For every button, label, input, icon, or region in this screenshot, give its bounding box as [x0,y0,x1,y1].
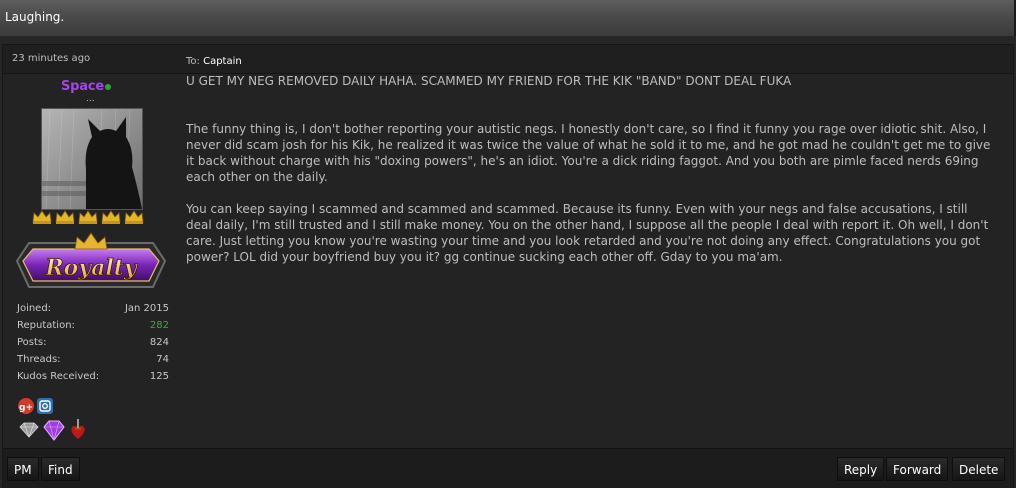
recipient-line: To: Captain [186,54,996,70]
crown-icon [32,210,52,224]
post-paragraph: You can keep saying I scammed and scamme… [186,202,989,264]
avatar[interactable] [41,108,143,210]
to-label: To: [186,56,200,67]
heart-dagger-icon [71,419,85,439]
author-user-title: ... [86,94,95,104]
stat-reputation: Reputation: 282 [17,320,169,337]
royalty-badge-text: Royalty [44,255,139,281]
post-paragraph: The funny thing is, I don't bother repor… [186,122,991,184]
crown-icon [101,210,121,224]
delete-button[interactable]: Delete [952,457,1006,481]
royalty-rank-badge: Royalty [15,232,167,288]
online-status-icon [105,84,111,90]
stat-threads: Threads: 74 [17,354,169,365]
author-sidebar: Space ... Royalty Joined: Jan 2015 Reput… [3,73,177,448]
find-button[interactable]: Find [41,457,80,481]
reputation-link[interactable]: 282 [150,320,169,337]
author-stats: Joined: Jan 2015 Reputation: 282 Posts: … [17,303,169,388]
crown-icon [55,210,75,224]
quoted-text: U GET MY NEG REMOVED DAILY HAHA. SCAMMED… [186,74,792,88]
post-footer: PM Find Reply Forward Delete [3,448,1013,488]
stat-kudos: Kudos Received: 125 [17,371,169,382]
post-time: 23 minutes ago [12,53,91,64]
post-content: To: Captain U GET MY NEG REMOVED DAILY H… [186,54,996,281]
instagram-icon[interactable] [37,398,53,414]
crown-icon [124,210,144,224]
stat-joined: Joined: Jan 2015 [17,303,169,314]
thread-title: Laughing. [5,10,65,24]
purple-gem-icon [43,420,65,441]
google-plus-icon[interactable]: g+ [18,398,34,414]
crown-icon [78,210,98,224]
svg-text:g+: g+ [19,403,33,413]
social-icons: g+ [18,398,53,414]
stat-posts: Posts: 824 [17,337,169,348]
award-icons [18,419,88,441]
diamond-icon [19,422,39,438]
thread-header: Laughing. [0,0,1016,36]
rank-stars [31,209,145,225]
reply-button[interactable]: Reply [837,457,885,481]
pm-button[interactable]: PM [7,457,39,481]
forward-button[interactable]: Forward [886,457,949,481]
author-username[interactable]: Space [61,79,104,94]
recipient-name[interactable]: Captain [203,56,242,67]
